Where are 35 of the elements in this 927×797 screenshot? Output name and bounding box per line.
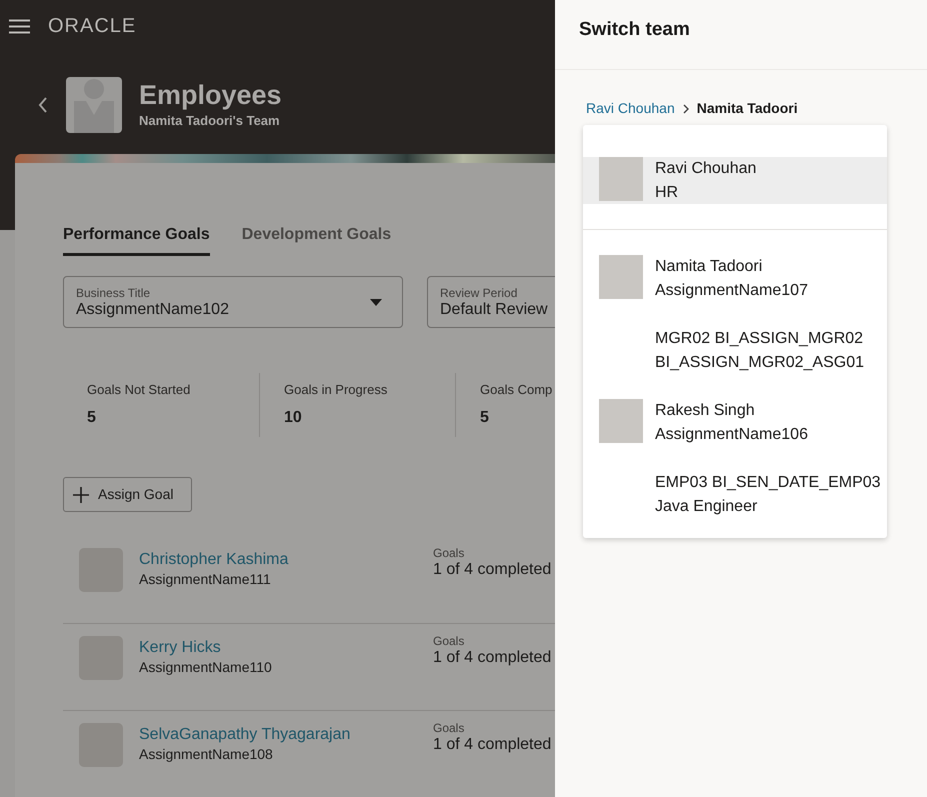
stat-label: Goals Not Started xyxy=(87,381,192,399)
tab[interactable]: Performance Goals xyxy=(63,223,210,256)
goals-summary-text: 1 of 4 completed xyxy=(433,735,552,755)
person-silhouette-icon xyxy=(66,77,122,133)
stat-label: Goals Comp xyxy=(480,381,554,399)
chevron-right-icon xyxy=(682,104,689,114)
assign-goal-button[interactable]: Assign Goal xyxy=(63,477,192,512)
team-member-item[interactable]: EMP03 BI_SEN_DATE_EMP03 Java Engineer xyxy=(583,471,887,518)
plus-icon xyxy=(72,486,90,504)
goals-summary-text: 1 of 4 completed xyxy=(433,648,552,668)
panel-title: Switch team xyxy=(579,18,690,42)
stat-value: 5 xyxy=(87,408,97,428)
assignment-name: AssignmentName108 xyxy=(139,745,274,763)
team-member-item[interactable]: Ravi Chouhan HR xyxy=(583,157,887,204)
assignment-name: AssignmentName110 xyxy=(139,658,273,676)
page-title: Employees xyxy=(139,79,282,111)
goals-label: Goals xyxy=(433,634,466,648)
stat-label: Goals in Progress xyxy=(284,381,388,399)
tab[interactable]: Development Goals xyxy=(242,223,392,256)
team-member-item[interactable]: Namita Tadoori AssignmentName107 xyxy=(583,255,887,302)
page-subtitle: Namita Tadoori's Team xyxy=(139,112,281,130)
assignment-name: AssignmentName111 xyxy=(139,570,272,588)
select-field[interactable]: Business Title AssignmentName102 xyxy=(63,276,403,328)
oracle-logo[interactable]: ORACLE xyxy=(48,11,136,41)
goals-label: Goals xyxy=(433,721,466,735)
stat-value: 10 xyxy=(284,408,303,428)
menu-icon[interactable] xyxy=(9,18,30,34)
stat-value: 5 xyxy=(480,408,490,428)
back-icon[interactable] xyxy=(38,97,48,113)
breadcrumb-link[interactable]: Ravi Chouhan xyxy=(586,98,675,119)
breadcrumb-current: Namita Tadoori xyxy=(696,99,798,118)
team-member-item[interactable]: MGR02 BI_ASSIGN_MGR02 BI_ASSIGN_MGR02_ASG01 xyxy=(583,327,887,374)
team-member-item[interactable]: Rakesh Singh AssignmentName106 xyxy=(583,399,887,446)
goals-summary-text: 1 of 4 completed xyxy=(433,560,552,580)
goals-label: Goals xyxy=(433,546,466,560)
